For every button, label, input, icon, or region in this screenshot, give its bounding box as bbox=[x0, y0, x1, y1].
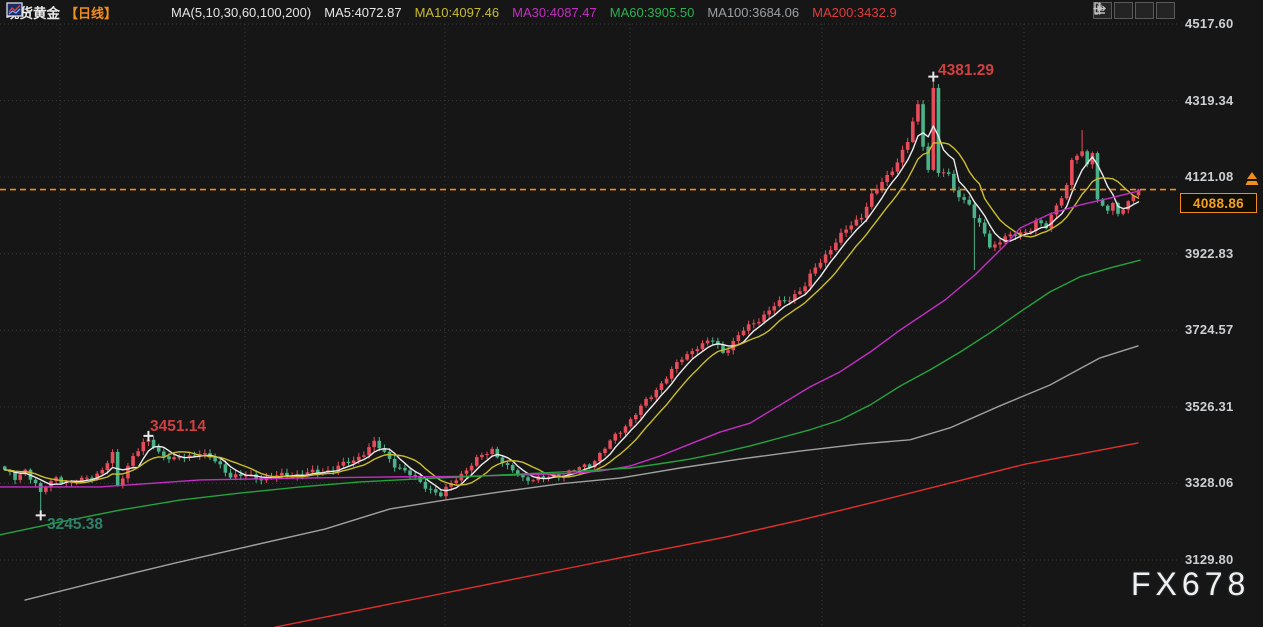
axis-tick-label: 3922.83 bbox=[1185, 246, 1233, 261]
ma-value-label: MA100:3684.06 bbox=[707, 5, 799, 20]
ma-indicator-icon[interactable] bbox=[149, 5, 166, 20]
candlestick-chart[interactable]: 4381.29 3451.14 3245.38 bbox=[0, 0, 1263, 627]
axis-tick-label: 4121.08 bbox=[1185, 169, 1233, 184]
chart-header: 现货黄金 【日线】 MA(5,10,30,60,100,200) MA5:407… bbox=[6, 2, 897, 22]
price-extreme-annotation: 4381.29 bbox=[938, 62, 994, 79]
axis-play-chart-icon[interactable] bbox=[1135, 2, 1154, 19]
ma-value-label: MA5:4072.87 bbox=[324, 5, 401, 20]
price-axis[interactable]: 4517.60 4319.34 4121.08 3922.83 3724.57 3526.… bbox=[1178, 0, 1263, 627]
ma-value-label: MA30:4087.47 bbox=[512, 5, 597, 20]
axis-tick-label: 3526.31 bbox=[1185, 399, 1233, 414]
price-extreme-annotation: 3451.14 bbox=[150, 418, 206, 435]
axis-tick-label: 3328.06 bbox=[1185, 475, 1233, 490]
ma-values-group: MA5:4072.87 MA10:4097.46 MA30:4087.47 MA60:… bbox=[311, 5, 896, 20]
trading-chart-app: 4381.29 3451.14 3245.38 现货黄金 【日线】 MA(5,10,… bbox=[0, 0, 1263, 627]
chart-toolbar bbox=[1093, 2, 1175, 19]
axis-tick-label: 3724.57 bbox=[1185, 322, 1233, 337]
ma-value-label: MA10:4097.46 bbox=[415, 5, 500, 20]
axis-left-chart-icon[interactable] bbox=[1114, 2, 1133, 19]
axis-tick-label: 4319.34 bbox=[1185, 93, 1233, 108]
axis-tick-label: 4517.60 bbox=[1185, 16, 1233, 31]
last-price-box: 4088.86 bbox=[1180, 193, 1257, 213]
price-extreme-annotation: 3245.38 bbox=[47, 516, 103, 533]
add-indicator-icon[interactable] bbox=[125, 5, 139, 19]
exit-frame-icon[interactable] bbox=[1156, 2, 1175, 19]
ma-value-label: MA200:3432.9 bbox=[812, 5, 897, 20]
ma-value-label: MA60:3905.50 bbox=[610, 5, 695, 20]
axis-tick-label: 3129.80 bbox=[1185, 552, 1233, 567]
timeframe-label[interactable]: 【日线】 bbox=[65, 3, 117, 22]
price-up-arrow-icon bbox=[1243, 171, 1261, 188]
ma-overlay-label: MA(5,10,30,60,100,200) bbox=[171, 5, 311, 20]
